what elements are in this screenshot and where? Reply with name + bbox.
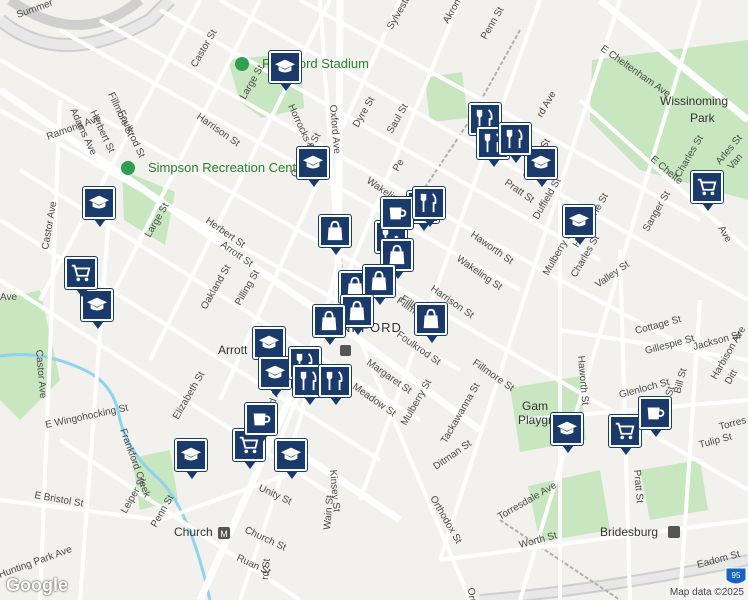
map-marker[interactable] xyxy=(380,196,416,240)
school-icon xyxy=(565,207,593,235)
map-marker[interactable] xyxy=(174,438,210,482)
map-marker[interactable] xyxy=(64,256,100,300)
shopping-bag-icon xyxy=(315,307,343,335)
train-station-bridesburg[interactable] xyxy=(668,526,680,538)
map-marker[interactable] xyxy=(550,412,586,456)
street-label: E Wingohocking St xyxy=(44,403,129,431)
map-marker[interactable] xyxy=(562,204,598,248)
school-icon xyxy=(277,441,305,469)
shopping-bag-icon xyxy=(321,217,349,245)
train-station-church[interactable]: M xyxy=(218,527,230,539)
interstate-shield: 95 xyxy=(725,567,747,585)
street-label: Unity St xyxy=(257,483,294,508)
street-label: rd Ave xyxy=(535,89,559,119)
street-label: Wain St xyxy=(322,495,336,531)
school-icon xyxy=(299,149,327,177)
restaurant-icon xyxy=(415,189,443,217)
street-label: Akron St xyxy=(441,0,470,26)
school-icon xyxy=(261,359,289,387)
poi-0[interactable]: Simpson Recreation Center xyxy=(121,160,308,175)
map-marker[interactable] xyxy=(498,122,534,166)
map-marker[interactable] xyxy=(268,50,304,94)
map-marker[interactable] xyxy=(318,364,354,408)
place-label: Arrott xyxy=(218,343,248,357)
map-marker[interactable] xyxy=(244,402,280,446)
map-marker[interactable] xyxy=(312,304,348,348)
street-label: Haworth St xyxy=(468,229,515,267)
street-label: Pilling St xyxy=(233,268,262,307)
map-marker[interactable] xyxy=(638,396,674,440)
place-label: Wissinoming xyxy=(660,94,728,108)
cafe-icon xyxy=(641,399,669,427)
street-label: Pratt St xyxy=(631,469,645,503)
school-icon xyxy=(553,415,581,443)
street-label: Torres xyxy=(718,415,748,433)
cafe-icon xyxy=(247,405,275,433)
street-label: Tackawanna St xyxy=(439,381,483,445)
map-marker[interactable] xyxy=(296,146,332,190)
interstate-number: 95 xyxy=(732,571,741,580)
shopping-bag-icon xyxy=(417,305,445,333)
park-pin-icon xyxy=(121,161,135,175)
street-label: Penn St xyxy=(479,5,506,42)
shopping-cart-icon xyxy=(67,259,95,287)
street-label: Orth xyxy=(465,587,478,600)
park-pin-icon xyxy=(235,57,249,71)
place-label: Park xyxy=(690,111,716,125)
street-label: Ditt xyxy=(723,368,740,387)
restaurant-icon xyxy=(501,125,529,153)
school-icon xyxy=(271,53,299,81)
street-label: Ditman St xyxy=(431,438,473,472)
place-label: Church xyxy=(174,525,213,539)
street-label: Tulip St xyxy=(698,432,733,451)
map-marker[interactable] xyxy=(318,214,354,258)
street-label: Sylvester St xyxy=(385,0,421,32)
school-icon xyxy=(177,441,205,469)
street-label: Ave xyxy=(715,224,733,245)
cafe-icon xyxy=(383,199,411,227)
place-label: Bridesburg xyxy=(600,525,658,539)
map-marker[interactable] xyxy=(412,186,448,230)
map-attribution[interactable]: Map data ©2025 xyxy=(665,585,748,600)
google-logo: Google xyxy=(6,575,68,595)
place-label: Playgr xyxy=(518,413,552,427)
poi-label: Simpson Recreation Center xyxy=(148,160,308,175)
svg-text:M: M xyxy=(220,529,228,539)
school-icon xyxy=(85,189,113,217)
map-marker[interactable] xyxy=(414,302,450,346)
map-marker[interactable] xyxy=(690,170,726,214)
school-icon xyxy=(255,329,283,357)
shopping-bag-icon xyxy=(365,267,393,295)
place-label: Gam xyxy=(522,399,548,413)
restaurant-icon xyxy=(321,367,349,395)
shopping-cart-icon xyxy=(693,173,721,201)
shopping-cart-icon xyxy=(611,417,639,445)
street-label: Wakeling St xyxy=(454,253,504,293)
street-label: Ave xyxy=(0,292,17,303)
map-marker[interactable] xyxy=(82,186,118,230)
street-label: rd St xyxy=(260,558,273,580)
